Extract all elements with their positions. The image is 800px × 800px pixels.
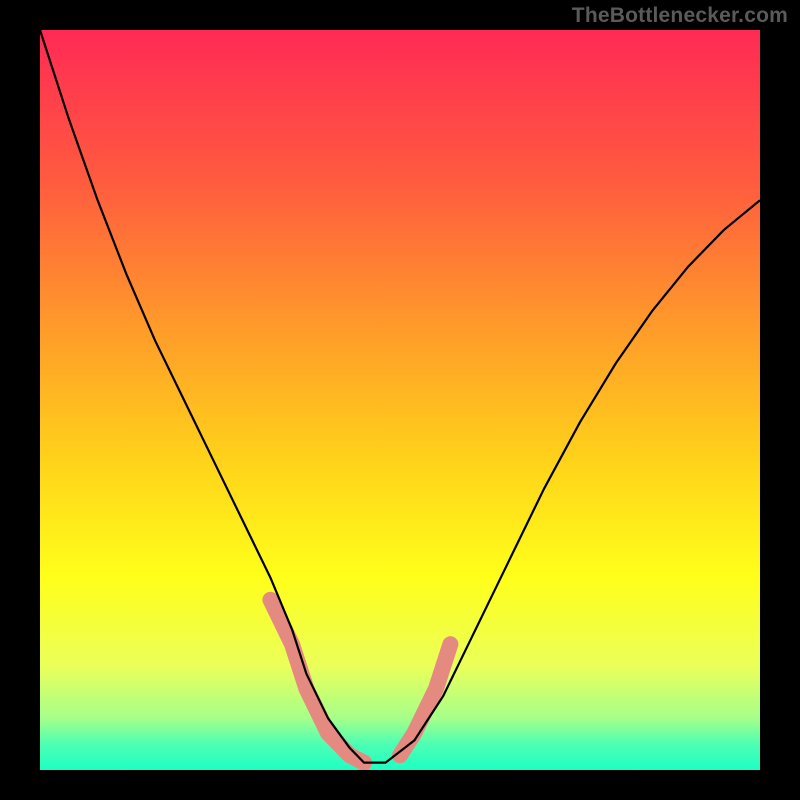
gradient-background	[40, 30, 760, 770]
watermark-text: TheBottlenecker.com	[572, 4, 788, 28]
plot-area	[40, 30, 760, 770]
bottleneck-chart	[40, 30, 760, 770]
chart-frame: TheBottlenecker.com	[0, 0, 800, 800]
